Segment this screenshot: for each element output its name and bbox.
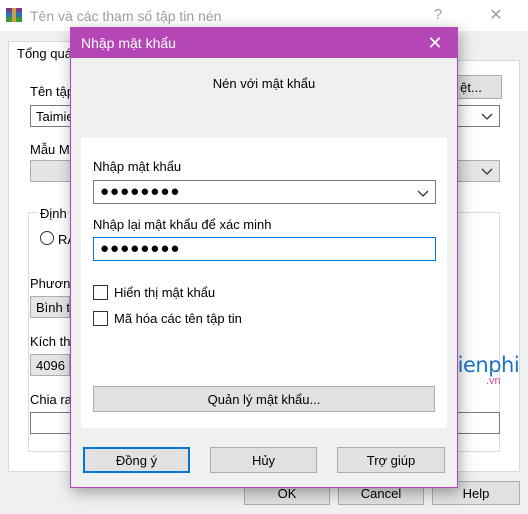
split-volumes-label: Chia ra	[30, 392, 70, 407]
winrar-app-icon	[6, 8, 22, 22]
confirm-password-value: ●●●●●●●●	[100, 240, 181, 257]
dialog-title: Nhập mật khẩu	[81, 35, 176, 51]
chevron-down-icon	[481, 110, 493, 124]
compression-method-value: Bình th	[36, 300, 70, 315]
chevron-down-icon[interactable]	[417, 185, 429, 202]
dictionary-size-label: Kích thư	[30, 334, 70, 349]
dialog-header	[71, 58, 457, 138]
dictionary-size-value: 4096 K	[36, 358, 69, 373]
dialog-subtitle: Nén với mật khẩu	[212, 76, 316, 91]
compression-method-combobox[interactable]: Bình th	[30, 296, 70, 318]
enter-password-label: Nhập mật khẩu	[93, 159, 182, 174]
bg-window-title: Tên và các tham số tập tin nén	[30, 8, 222, 24]
confirm-password-label: Nhập lại mật khẩu để xác minh	[93, 217, 272, 232]
show-password-checkbox[interactable]	[93, 285, 108, 300]
format-rar-radio[interactable]	[40, 231, 54, 245]
dialog-cancel-button[interactable]: Hủy	[210, 447, 317, 473]
dictionary-size-combobox[interactable]: 4096 K	[30, 354, 70, 376]
archive-name-value: Taimie	[36, 109, 74, 124]
dialog-title-bar: Nhập mật khẩu ✕	[71, 28, 457, 58]
dialog-ok-button[interactable]: Đồng ý	[83, 447, 190, 473]
encrypt-filenames-checkbox[interactable]	[93, 311, 108, 326]
show-password-label: Hiển thị mật khẩu	[114, 285, 216, 300]
password-combobox[interactable]: ●●●●●●●●	[93, 180, 436, 204]
bg-help-title-button[interactable]: ?	[428, 6, 448, 26]
organize-passwords-button[interactable]: Quản lý mật khẩu...	[93, 386, 435, 412]
chevron-down-icon	[481, 165, 493, 179]
bg-close-icon[interactable]: ✕	[484, 5, 508, 27]
password-value: ●●●●●●●●	[100, 183, 181, 200]
filename-label: Tên tập	[30, 84, 70, 99]
encrypt-filenames-label: Mã hóa các tên tập tin	[114, 311, 242, 326]
tab-general[interactable]: Tổng quát	[8, 41, 78, 63]
method-label: Phương	[30, 276, 70, 291]
format-label: Định	[38, 206, 68, 221]
dialog-close-icon[interactable]: ✕	[421, 31, 449, 55]
confirm-password-input[interactable]: ●●●●●●●●	[93, 237, 436, 261]
profile-label: Mẫu Mã	[30, 142, 72, 157]
enter-password-dialog: Nhập mật khẩu ✕ Nén với mật khẩu Nhập mậ…	[70, 27, 458, 488]
dialog-help-button[interactable]: Trợ giúp	[337, 447, 445, 473]
watermark-suffix: .vn	[486, 375, 501, 387]
format-rar-label: RA	[58, 232, 70, 247]
